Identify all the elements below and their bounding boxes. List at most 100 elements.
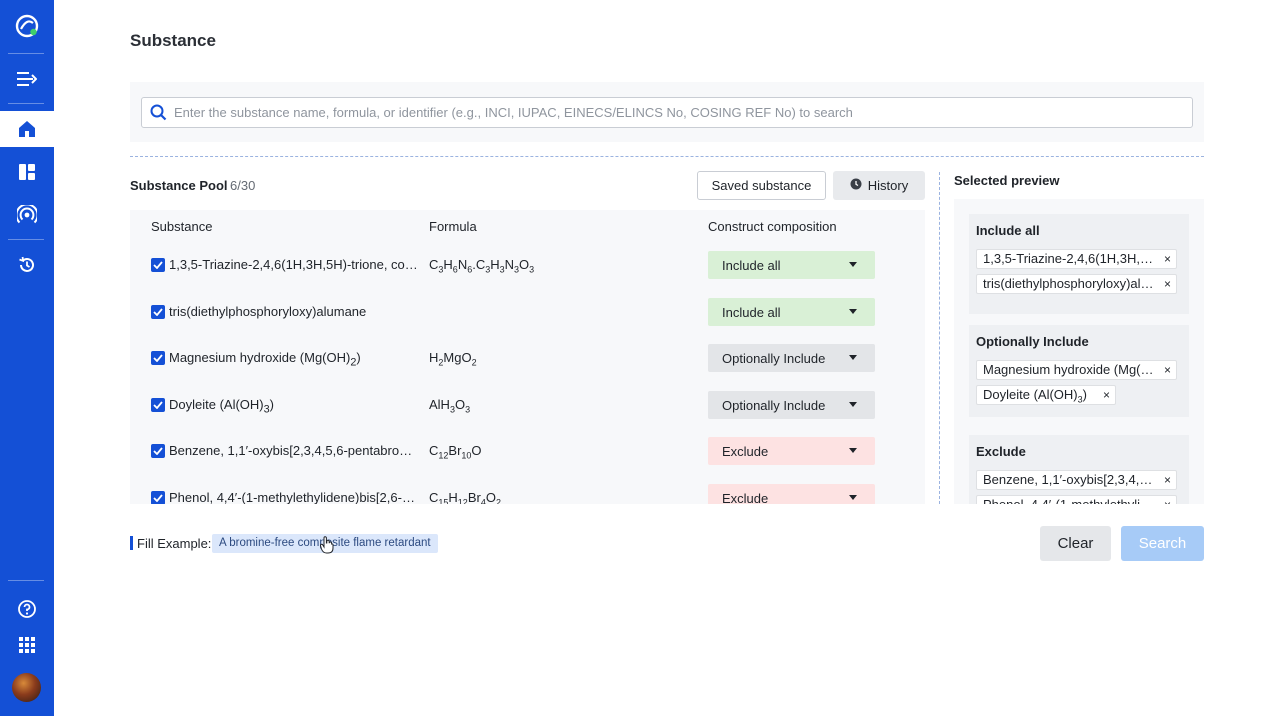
table-row: Doyleite (Al(OH)3) AlH3O3 Optionally Inclu… (130, 391, 925, 437)
substance-name: Doyleite (Al(OH)3) (169, 397, 274, 416)
row-checkbox[interactable] (151, 398, 165, 412)
substance-pool-count: 6/30 (230, 178, 256, 193)
home-icon[interactable] (0, 111, 54, 147)
substance-name: tris(diethylphosphoryloxy)alumane (169, 304, 367, 319)
page-title: Substance (130, 31, 216, 50)
remove-tag-icon[interactable]: × (1164, 361, 1171, 379)
sidebar (0, 0, 54, 716)
clock-icon (850, 178, 862, 193)
preview-tag: 1,3,5-Triazine-2,4,6(1H,3H,5H)-trione × (976, 249, 1177, 269)
substance-name: 1,3,5-Triazine-2,4,6(1H,3H,5H)-trione, c… (169, 257, 419, 272)
fill-example-marker (130, 536, 133, 550)
remove-tag-icon[interactable]: × (1164, 496, 1171, 504)
preview-group: Include all 1,3,5-Triazine-2,4,6(1H,3H,5H… (969, 214, 1189, 314)
caret-down-icon (849, 402, 857, 407)
preview-tag: Phenol, 4,4′-(1-methylethylidene)bis[2,6… (976, 495, 1177, 504)
expand-menu-icon[interactable] (0, 61, 54, 97)
row-checkbox[interactable] (151, 305, 165, 319)
preview-group: Optionally Include Magnesium hydroxide (M… (969, 325, 1189, 417)
caret-down-icon (849, 309, 857, 314)
composition-select[interactable]: Exclude (708, 437, 875, 465)
clear-button[interactable]: Clear (1040, 526, 1111, 561)
remove-tag-icon[interactable]: × (1164, 275, 1171, 293)
selected-preview-panel: Include all 1,3,5-Triazine-2,4,6(1H,3H,5H… (954, 199, 1204, 504)
checkmark-icon (153, 261, 163, 269)
apps-grid-icon[interactable] (0, 627, 54, 663)
sidebar-divider (8, 103, 44, 104)
saved-substance-button[interactable]: Saved substance (697, 171, 826, 200)
preview-tag-label: Doyleite (Al(OH)3) (983, 387, 1087, 405)
composition-select-value: Include all (722, 304, 781, 320)
dashboard-icon[interactable] (0, 154, 54, 190)
sidebar-divider (8, 53, 44, 54)
column-divider (939, 172, 940, 504)
composition-select-value: Optionally Include (722, 350, 826, 366)
composition-select[interactable]: Include all (708, 251, 875, 279)
preview-tag-label: 1,3,5-Triazine-2,4,6(1H,3H,5H)-trione (983, 251, 1177, 266)
row-checkbox[interactable] (151, 258, 165, 272)
substance-formula: C12Br10O (429, 443, 482, 461)
search-panel (130, 82, 1204, 142)
checkmark-icon (153, 308, 163, 316)
substance-formula: AlH3O3 (429, 397, 471, 415)
table-row: Magnesium hydroxide (Mg(OH)2) H2MgO2 Optio… (130, 344, 925, 390)
substance-formula: H2MgO2 (429, 350, 477, 368)
substance-table: Substance Formula Construct composition … (130, 210, 925, 504)
column-header-substance: Substance (151, 219, 213, 234)
caret-down-icon (849, 448, 857, 453)
substance-pool-title: Substance Pool (130, 178, 228, 193)
checkmark-icon (153, 447, 163, 455)
composition-select[interactable]: Optionally Include (708, 344, 875, 372)
help-icon[interactable] (0, 591, 54, 627)
table-row: Phenol, 4,4′-(1-methylethylidene)bis[2,6… (130, 484, 925, 504)
table-row: tris(diethylphosphoryloxy)alumane Include… (130, 298, 925, 344)
composition-select-value: Exclude (722, 443, 769, 459)
remove-tag-icon[interactable]: × (1164, 471, 1171, 489)
row-checkbox[interactable] (151, 351, 165, 365)
mouse-cursor-icon (320, 536, 334, 559)
row-checkbox[interactable] (151, 491, 165, 504)
logo-icon[interactable] (0, 8, 54, 44)
preview-tag-label: Benzene, 1,1′-oxybis[2,3,4,5,6-pentabrom… (983, 472, 1177, 487)
row-checkbox[interactable] (151, 444, 165, 458)
composition-select[interactable]: Exclude (708, 484, 875, 504)
search-box[interactable] (141, 97, 1193, 128)
composition-select-value: Include all (722, 257, 781, 273)
table-row: 1,3,5-Triazine-2,4,6(1H,3H,5H)-trione, c… (130, 251, 925, 297)
preview-group-title: Optionally Include (976, 334, 1089, 349)
preview-group: Exclude Benzene, 1,1′-oxybis[2,3,4,5,6-pe… (969, 435, 1189, 504)
preview-tag-label: Magnesium hydroxide (Mg(OH) 2) (983, 362, 1174, 380)
substance-name: Phenol, 4,4′-(1-methylethylidene)bis[2,6… (169, 490, 419, 504)
search-input[interactable] (174, 98, 1184, 127)
broadcast-icon[interactable] (0, 197, 54, 233)
sidebar-divider (8, 239, 44, 240)
preview-tag: Doyleite (Al(OH)3) × (976, 385, 1116, 405)
sidebar-divider (8, 580, 44, 581)
preview-group-title: Exclude (976, 444, 1026, 459)
composition-select-value: Optionally Include (722, 397, 826, 413)
history-button[interactable]: History (833, 171, 925, 200)
remove-tag-icon[interactable]: × (1103, 386, 1110, 404)
remove-tag-icon[interactable]: × (1164, 250, 1171, 268)
preview-group-title: Include all (976, 223, 1040, 238)
composition-select-value: Exclude (722, 490, 769, 505)
caret-down-icon (849, 355, 857, 360)
table-row: Benzene, 1,1′-oxybis[2,3,4,5,6-pentabrom… (130, 437, 925, 483)
search-button[interactable]: Search (1121, 526, 1204, 561)
checkmark-icon (153, 401, 163, 409)
substance-formula: C15H12Br4O2 (429, 490, 501, 504)
checkmark-icon (153, 354, 163, 362)
composition-select[interactable]: Optionally Include (708, 391, 875, 419)
search-icon (150, 104, 167, 126)
section-divider (130, 156, 1204, 157)
fill-example-label: Fill Example: (137, 536, 212, 551)
selected-preview-title: Selected preview (954, 173, 1060, 188)
substance-name: Magnesium hydroxide (Mg(OH)2) (169, 350, 361, 369)
preview-tag: Benzene, 1,1′-oxybis[2,3,4,5,6-pentabrom… (976, 470, 1177, 490)
preview-tag-label: Phenol, 4,4′-(1-methylethylidene)bis[2,6… (983, 497, 1176, 504)
avatar[interactable] (12, 673, 41, 702)
column-header-formula: Formula (429, 219, 477, 234)
history-icon[interactable] (0, 247, 54, 283)
composition-select[interactable]: Include all (708, 298, 875, 326)
history-button-label: History (867, 178, 909, 193)
